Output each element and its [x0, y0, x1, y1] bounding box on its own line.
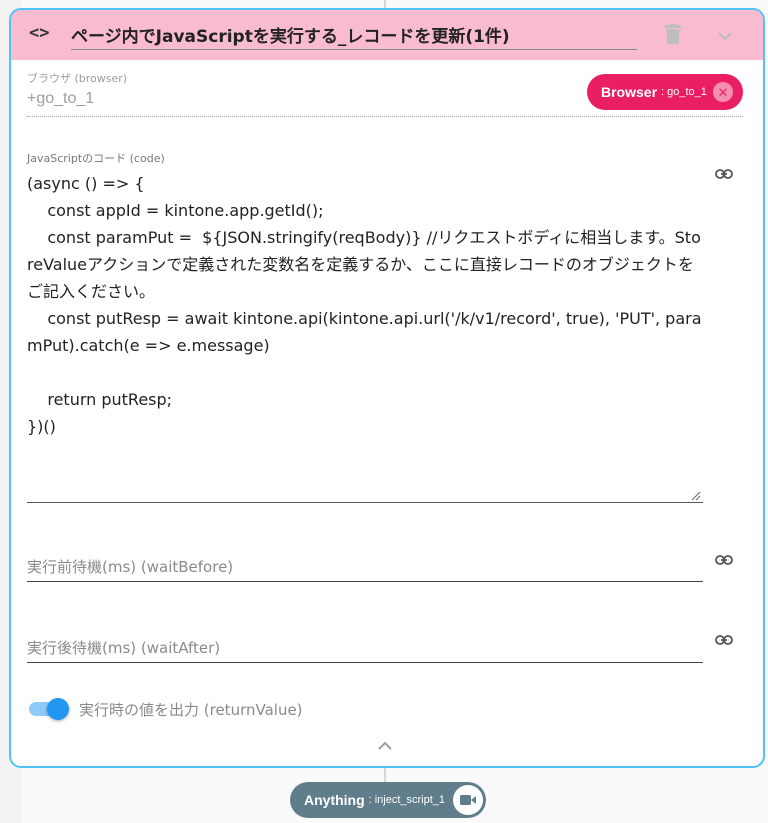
wait-before-link-icon[interactable]	[715, 552, 733, 570]
output-chip-separator: :	[368, 794, 372, 806]
wait-after-link-icon[interactable]	[715, 632, 733, 650]
resize-grip-icon[interactable]	[691, 488, 701, 506]
return-value-label: 実行時の値を出力 (returnValue)	[79, 701, 303, 719]
wait-after-label: 実行後待機(ms) (waitAfter)	[27, 639, 221, 657]
video-camera-icon[interactable]	[453, 785, 483, 815]
action-title-input[interactable]	[71, 20, 637, 50]
card-header: <>	[11, 10, 763, 60]
browser-chip-value: go_to_1	[667, 86, 707, 98]
output-chip[interactable]: Anything : inject_script_1	[290, 782, 486, 818]
trash-icon[interactable]	[665, 24, 681, 49]
close-circle-icon[interactable]: ✕	[713, 82, 733, 102]
code-textarea[interactable]: (async () => { const appId = kintone.app…	[27, 170, 703, 502]
browser-field-input[interactable]: +go_to_1	[27, 90, 94, 108]
return-value-toggle-knob[interactable]	[47, 698, 69, 720]
browser-chip-separator: :	[661, 86, 665, 98]
browser-chip[interactable]: Browser : go_to_1 ✕	[587, 74, 743, 110]
browser-field-label: ブラウザ (browser)	[27, 72, 128, 85]
browser-field-underline	[27, 116, 743, 117]
action-card: <> ブラウザ (browser) +go_to_1 Browser : go_…	[9, 8, 765, 768]
output-chip-type: Anything	[304, 792, 365, 808]
wait-after-input[interactable]	[27, 662, 703, 663]
code-link-icon[interactable]	[715, 166, 733, 184]
code-field-underline	[27, 502, 703, 503]
chevron-up-icon[interactable]	[377, 738, 393, 756]
code-field-label: JavaScriptのコード (code)	[27, 152, 165, 165]
chevron-down-icon[interactable]	[717, 28, 733, 46]
wait-before-label: 実行前待機(ms) (waitBefore)	[27, 558, 234, 576]
wait-before-input[interactable]	[27, 581, 703, 582]
output-chip-value: inject_script_1	[374, 794, 446, 806]
browser-chip-type: Browser	[601, 84, 658, 100]
code-brackets-icon: <>	[29, 23, 50, 43]
